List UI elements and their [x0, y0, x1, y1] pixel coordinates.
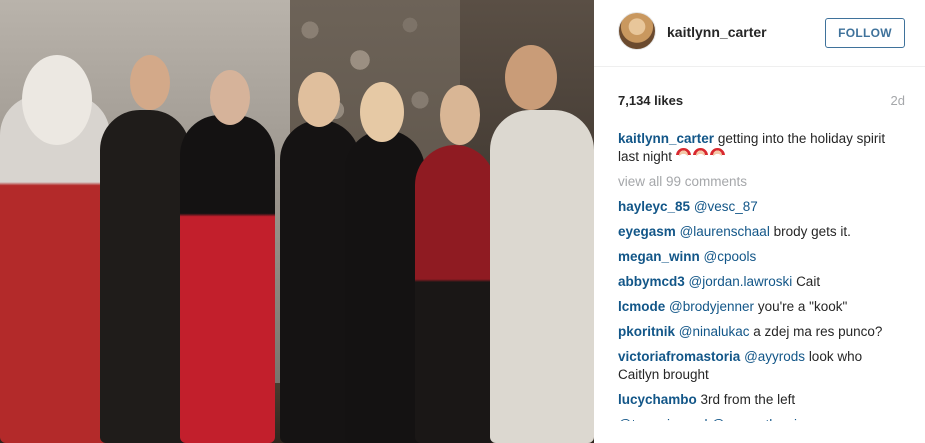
comment-row: victoriafromastoria @ayyrods look who Ca…: [618, 348, 905, 384]
comment-text: brody gets it.: [773, 224, 851, 239]
instagram-post: kaitlynn_carter FOLLOW 7,134 likes 2d ka…: [0, 0, 925, 443]
comment-username[interactable]: megan_winn: [618, 249, 700, 264]
comment-mention[interactable]: @cpools: [704, 249, 757, 264]
post-side-panel: kaitlynn_carter FOLLOW 7,134 likes 2d ka…: [594, 0, 925, 443]
comments-list: kaitlynn_carter getting into the holiday…: [618, 130, 905, 441]
panel-bottom-fade: [594, 421, 925, 443]
comment-mention[interactable]: @ninalukac: [679, 324, 750, 339]
photo-person-santa: [0, 95, 110, 443]
avatar[interactable]: [618, 12, 656, 50]
comment-mention[interactable]: @laurenschaal: [680, 224, 770, 239]
comment-username[interactable]: eyegasm: [618, 224, 676, 239]
photo-person-6: [490, 110, 594, 443]
comment-username[interactable]: victoriafromastoria: [618, 349, 740, 364]
comment-row: hayleyc_85 @vesc_87: [618, 198, 905, 216]
comment-row: eyegasm @laurenschaal brody gets it.: [618, 223, 905, 241]
photo-person-1-head: [130, 55, 170, 110]
comment-username[interactable]: lucychambo: [618, 392, 697, 407]
photo-person-4: [345, 130, 425, 443]
comment-username[interactable]: pkoritnik: [618, 324, 675, 339]
post-meta: 7,134 likes 2d: [618, 93, 905, 111]
photo-person-2: [180, 115, 275, 443]
comment-row: lcmode @brodyjenner you're a "kook": [618, 298, 905, 316]
caption-username[interactable]: kaitlynn_carter: [618, 131, 714, 146]
comment-text: you're a "kook": [757, 299, 848, 314]
comment-mention[interactable]: @ayyrods: [744, 349, 805, 364]
comment-username[interactable]: abbymcd3: [618, 274, 685, 289]
comment-username[interactable]: lcmode: [618, 299, 665, 314]
comment-mention[interactable]: @vesc_87: [694, 199, 758, 214]
follow-button[interactable]: FOLLOW: [825, 18, 905, 48]
likes-count[interactable]: 7,134 likes: [618, 93, 683, 108]
santa-emoji-icon: [709, 148, 725, 163]
photo-person-2-head: [210, 70, 250, 125]
post-username[interactable]: kaitlynn_carter: [667, 24, 767, 40]
view-all-comments-link[interactable]: view all 99 comments: [618, 173, 905, 191]
comment-mention[interactable]: @jordan.lawroski: [689, 274, 793, 289]
comment-text: 3rd from the left: [700, 392, 796, 407]
comment-row: megan_winn @cpools: [618, 248, 905, 266]
photo-person-santa-head: [22, 55, 92, 145]
santa-emoji-icon: [692, 148, 708, 163]
photo-person-5-head: [440, 85, 480, 145]
comment-text: a zdej ma res punco?: [753, 324, 883, 339]
comment-row: abbymcd3 @jordan.lawroski Cait: [618, 273, 905, 291]
post-header: kaitlynn_carter FOLLOW: [594, 0, 925, 67]
photo-person-6-head: [505, 45, 557, 110]
santa-emoji-icon: [675, 148, 691, 163]
caption: kaitlynn_carter getting into the holiday…: [618, 130, 905, 166]
photo-person-4-head: [360, 82, 404, 142]
photo-person-5: [415, 145, 495, 443]
comment-row: pkoritnik @ninalukac a zdej ma res punco…: [618, 323, 905, 341]
comment-username[interactable]: hayleyc_85: [618, 199, 690, 214]
post-time[interactable]: 2d: [891, 93, 905, 108]
post-photo[interactable]: [0, 0, 594, 443]
comment-row: lucychambo 3rd from the left: [618, 391, 905, 409]
photo-person-1: [100, 110, 190, 443]
comment-mention[interactable]: @brodyjenner: [669, 299, 754, 314]
comment-text: Cait: [796, 274, 821, 289]
photo-person-3-head: [298, 72, 340, 127]
comment-rows: hayleyc_85 @vesc_87 eyegasm @laurenschaa…: [618, 198, 905, 434]
